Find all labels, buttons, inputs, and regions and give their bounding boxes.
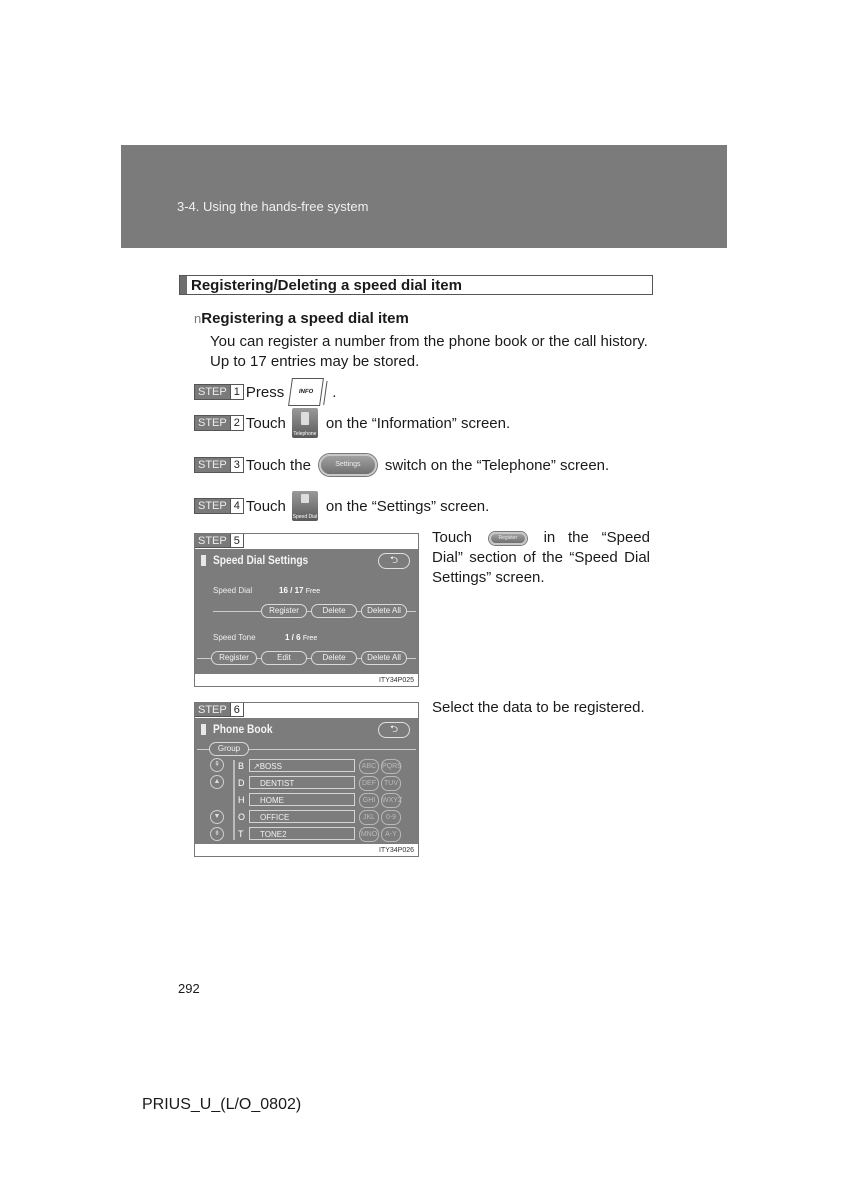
step-1-pre: Press: [245, 383, 285, 401]
speed-dial-register-button[interactable]: Register: [261, 604, 307, 618]
scroll-down-button[interactable]: ▼: [210, 810, 224, 824]
key-pqrs[interactable]: PQRS: [381, 759, 402, 774]
key-tuv[interactable]: TUV: [381, 776, 401, 791]
speed-dial-label: Speed Dial: [213, 586, 253, 595]
step-3-pre: Touch the: [245, 456, 311, 474]
subsection-heading: nRegistering a speed dial item: [194, 310, 409, 327]
key-def[interactable]: DEF: [359, 776, 379, 791]
index-letter: H: [238, 795, 245, 805]
index-letter: D: [238, 778, 245, 788]
step-2-post: on the “Information” screen.: [325, 414, 511, 432]
subsection-title: Registering a speed dial item: [201, 310, 409, 327]
phone-book-entry[interactable]: ↗BOSS: [249, 759, 355, 772]
chapter-header: 3-4. Using the hands-free system: [121, 145, 727, 248]
key-jkl[interactable]: JKL: [359, 810, 379, 825]
scrollbar[interactable]: [233, 760, 235, 840]
speed-tone-register-button[interactable]: Register: [211, 651, 257, 665]
speed-tone-edit-button[interactable]: Edit: [261, 651, 307, 665]
phone-book-screen: Phone Book ⮌ Group ⇞ ▲ ▼ ⇟ B ↗BOSS D DEN…: [195, 718, 418, 844]
figure-code: ITY34P026: [378, 847, 414, 854]
speed-dial-settings-figure: STEP 5 Speed Dial Settings ⮌ Speed Dial 1…: [194, 533, 419, 687]
step-5-description: Touch Register in the “Speed Dial” secti…: [432, 529, 650, 586]
step-badge: STEP 2: [194, 415, 244, 431]
step-badge: STEP 4: [194, 498, 244, 514]
back-button[interactable]: ⮌: [378, 553, 410, 569]
intro-line-2: Up to 17 entries may be stored.: [210, 353, 420, 370]
speed-tone-delete-button[interactable]: Delete: [311, 651, 357, 665]
group-button[interactable]: Group: [209, 742, 249, 756]
step-2: STEP 2 Touch Telephone on the “Informatio…: [194, 408, 510, 438]
register-button-icon: Register: [488, 531, 527, 545]
phone-book-entry[interactable]: TONE2: [249, 827, 355, 840]
step-4: STEP 4 Touch Speed Dial on the “Settings”…: [194, 491, 489, 521]
speed-dial-count: 16 / 17 Free: [279, 586, 321, 595]
info-button-icon: INFO: [288, 378, 325, 406]
phone-book-entry[interactable]: OFFICE: [249, 810, 355, 823]
speed-tone-count: 1 / 6 Free: [285, 633, 318, 642]
step-4-pre: Touch: [245, 497, 286, 515]
step-badge: STEP 5: [195, 534, 244, 548]
phone-icon: [201, 555, 206, 566]
step-1: STEP 1 Press INFO .: [194, 378, 336, 406]
step-3-post: switch on the “Telephone” screen.: [384, 456, 610, 474]
section-title: Registering/Deleting a speed dial item: [191, 277, 462, 294]
step-badge: STEP 6: [195, 703, 244, 717]
page-down-button[interactable]: ⇟: [210, 827, 224, 841]
step-1-post: .: [332, 383, 337, 401]
key-ghi[interactable]: GHI: [359, 793, 379, 808]
screen-title: Phone Book: [213, 722, 273, 736]
scroll-up-button[interactable]: ▲: [210, 775, 224, 789]
speed-dial-settings-screen: Speed Dial Settings ⮌ Speed Dial 16 / 17…: [195, 549, 418, 674]
phone-book-entry[interactable]: DENTIST: [249, 776, 355, 789]
intro-line-1: You can register a number from the phone…: [210, 333, 648, 350]
step-badge: STEP 3: [194, 457, 244, 473]
step-2-pre: Touch: [245, 414, 286, 432]
footer-code: PRIUS_U_(L/O_0802): [142, 1096, 302, 1113]
speed-dial-delete-all-button[interactable]: Delete All: [361, 604, 407, 618]
key-a-y[interactable]: A-Y: [381, 827, 401, 842]
key-wxyz[interactable]: WXYZ: [381, 793, 402, 808]
phone-icon: [201, 724, 206, 735]
speed-tone-delete-all-button[interactable]: Delete All: [361, 651, 407, 665]
index-letter: B: [238, 761, 245, 771]
screen-title: Speed Dial Settings: [213, 553, 309, 567]
step-6-description: Select the data to be registered.: [432, 699, 645, 716]
figure-code: ITY34P025: [378, 677, 414, 684]
key-0-9[interactable]: 0-9: [381, 810, 401, 825]
step-3: STEP 3 Touch the Settings switch on the “…: [194, 453, 609, 477]
settings-switch-icon: Settings: [318, 454, 377, 476]
page-number: 292: [178, 981, 200, 996]
step-badge: STEP 1: [194, 384, 244, 400]
page-up-button[interactable]: ⇞: [210, 758, 224, 772]
chapter-title: 3-4. Using the hands-free system: [177, 199, 369, 214]
phone-book-figure: STEP 6 Phone Book ⮌ Group ⇞ ▲ ▼ ⇟ B ↗BOSS…: [194, 702, 419, 857]
speed-tone-label: Speed Tone: [213, 633, 256, 642]
phone-book-entry[interactable]: HOME: [249, 793, 355, 806]
section-bar: [180, 276, 187, 294]
back-button[interactable]: ⮌: [378, 722, 410, 738]
speed-dial-delete-button[interactable]: Delete: [311, 604, 357, 618]
step-4-post: on the “Settings” screen.: [325, 497, 490, 515]
key-abc[interactable]: ABC: [359, 759, 379, 774]
index-letter: T: [238, 829, 244, 839]
section-heading: Registering/Deleting a speed dial item: [179, 275, 653, 295]
speed-dial-icon: Speed Dial: [291, 491, 318, 521]
telephone-icon: Telephone: [291, 408, 318, 438]
key-mno[interactable]: MNO: [359, 827, 379, 842]
index-letter: O: [238, 812, 246, 822]
